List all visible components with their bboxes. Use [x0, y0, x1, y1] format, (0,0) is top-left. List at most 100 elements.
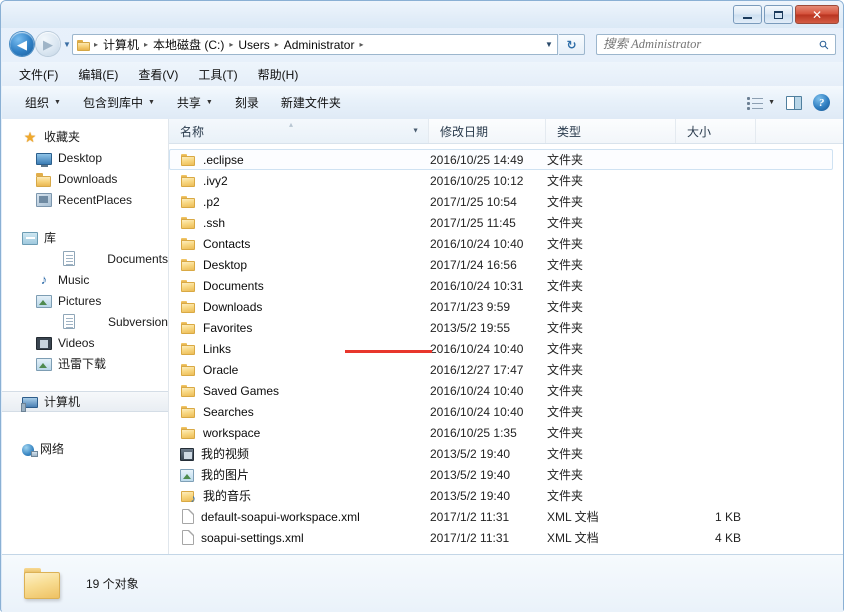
library-icon [22, 232, 38, 245]
column-header-type[interactable]: 类型 [546, 119, 676, 143]
column-header-name[interactable]: 名称 ▴ ▼ [169, 119, 429, 143]
search-box[interactable]: ⚲ [596, 34, 836, 55]
file-date-label: 2013/5/2 19:40 [430, 488, 511, 503]
document-icon [62, 251, 75, 266]
table-row[interactable]: Desktop 2017/1/24 16:56 文件夹 [169, 254, 843, 275]
table-row[interactable]: Contacts 2016/10/24 10:40 文件夹 [169, 233, 843, 254]
picture-icon [36, 295, 52, 308]
search-input[interactable] [603, 37, 813, 52]
sidebar-item-videos[interactable]: Videos [2, 332, 168, 353]
red-annotation-underline [345, 350, 432, 353]
table-row[interactable]: workspace 2016/10/25 1:35 文件夹 [169, 422, 843, 443]
sidebar-item-computer[interactable]: 计算机 [2, 391, 168, 412]
new-folder-label: 新建文件夹 [280, 96, 341, 110]
table-row[interactable]: Favorites 2013/5/2 19:55 文件夹 [169, 317, 843, 338]
view-list-icon [747, 96, 764, 110]
maximize-button[interactable] [764, 5, 793, 24]
sidebar-item-downloads[interactable]: Downloads [2, 168, 168, 189]
sidebar-item-music[interactable]: ♪ Music [2, 269, 168, 290]
folder-icon [180, 215, 196, 231]
history-dropdown-icon[interactable]: ▼ [63, 40, 71, 49]
menu-item-tools[interactable]: 工具(T) [189, 63, 246, 86]
xml-file-icon [182, 509, 194, 524]
folder-icon [22, 566, 64, 602]
sidebar-item-libraries[interactable]: 库 [2, 227, 168, 248]
cell-name: 我的视频 [170, 445, 430, 462]
table-row[interactable]: Documents 2016/10/24 10:31 文件夹 [169, 275, 843, 296]
cell-name: Downloads [170, 299, 430, 315]
menu-item-edit[interactable]: 编辑(E) [69, 63, 127, 86]
table-row[interactable]: Oracle 2016/12/27 17:47 文件夹 [169, 359, 843, 380]
sidebar-label-thunder-download: 迅雷下载 [58, 357, 107, 371]
new-folder-button[interactable]: 新建文件夹 [272, 90, 350, 115]
menu-item-help[interactable]: 帮助(H) [249, 63, 308, 86]
table-row[interactable]: 我的图片 2013/5/2 19:40 文件夹 [169, 464, 843, 485]
table-row[interactable]: Searches 2016/10/24 10:40 文件夹 [169, 401, 843, 422]
command-toolbar: 组织 ▼ 包含到库中 ▼ 共享 ▼ 刻录 新建文件夹 ▼ ? [2, 86, 843, 120]
column-header-date[interactable]: 修改日期 [429, 119, 546, 143]
change-view-button[interactable]: ▼ [745, 93, 777, 113]
file-type-label: 文件夹 [547, 321, 584, 335]
include-in-library-button[interactable]: 包含到库中 ▼ [74, 90, 164, 115]
breadcrumb-item-local-disk[interactable]: 本地磁盘 (C:) [149, 35, 228, 54]
breadcrumb-item-computer[interactable]: 计算机 [99, 35, 143, 54]
menu-item-view[interactable]: 查看(V) [129, 63, 187, 86]
folder-icon [180, 173, 196, 189]
chevron-down-icon[interactable]: ▼ [541, 40, 557, 49]
sidebar-item-subversion[interactable]: Subversion [2, 311, 168, 332]
table-row[interactable]: Links 2016/10/24 10:40 文件夹 [169, 338, 843, 359]
cell-name: Oracle [170, 362, 430, 378]
menu-item-file[interactable]: 文件(F) [10, 63, 67, 86]
table-row[interactable]: .p2 2017/1/25 10:54 文件夹 [169, 191, 843, 212]
breadcrumb-item-administrator[interactable]: Administrator [280, 37, 359, 53]
table-row[interactable]: Downloads 2017/1/23 9:59 文件夹 [169, 296, 843, 317]
music-note-icon: ♪ [40, 271, 48, 287]
sidebar-item-documents[interactable]: Documents [2, 248, 168, 269]
address-bar[interactable]: ▸ 计算机 ▸ 本地磁盘 (C:) ▸ Users ▸ Administrato… [72, 34, 558, 55]
table-row[interactable]: soapui-settings.xml 2017/1/2 11:31 XML 文档 4… [169, 527, 843, 548]
file-type-label: 文件夹 [547, 468, 584, 482]
file-type-label: 文件夹 [547, 426, 584, 440]
sidebar-item-desktop[interactable]: Desktop [2, 147, 168, 168]
refresh-button[interactable]: ↻ [559, 34, 585, 55]
file-type-label: 文件夹 [547, 237, 584, 251]
sidebar-label-music: Music [58, 272, 90, 287]
sidebar-item-pictures[interactable]: Pictures [2, 290, 168, 311]
preview-pane-icon [786, 95, 802, 110]
share-button[interactable]: 共享 ▼ [168, 90, 222, 115]
table-row[interactable]: Saved Games 2016/10/24 10:40 文件夹 [169, 380, 843, 401]
column-header-size[interactable]: 大小 [676, 119, 756, 143]
close-button[interactable]: ✕ [795, 5, 839, 24]
file-type-label: XML 文档 [547, 531, 599, 545]
document-icon [62, 314, 75, 329]
table-row[interactable]: .ssh 2017/1/25 11:45 文件夹 [169, 212, 843, 233]
organize-button[interactable]: 组织 ▼ [16, 90, 70, 115]
cell-name: workspace [170, 425, 430, 441]
sidebar-item-network[interactable]: 网络 [2, 438, 168, 459]
table-row[interactable]: .ivy2 2016/10/25 10:12 文件夹 [169, 170, 843, 191]
cell-name: soapui-settings.xml [170, 530, 430, 545]
table-row[interactable]: default-soapui-workspace.xml 2017/1/2 11:… [169, 506, 843, 527]
burn-button[interactable]: 刻录 [226, 90, 268, 115]
breadcrumb-item-users[interactable]: Users [234, 37, 273, 53]
sidebar-item-favorites[interactable]: ★ 收藏夹 [2, 126, 168, 147]
file-date-label: 2017/1/25 11:45 [430, 215, 516, 230]
forward-button[interactable]: ▶ [36, 32, 60, 56]
minimize-button[interactable] [733, 5, 762, 24]
help-button[interactable]: ? [811, 91, 832, 114]
table-row[interactable]: 我的视频 2013/5/2 19:40 文件夹 [169, 443, 843, 464]
sidebar-item-recent-places[interactable]: RecentPlaces [2, 189, 168, 210]
file-type-label: 文件夹 [547, 216, 584, 230]
help-icon: ? [813, 94, 830, 111]
search-icon[interactable]: ⚲ [811, 32, 836, 57]
sidebar-item-thunder-download[interactable]: 迅雷下载 [2, 353, 168, 374]
maximize-icon [765, 6, 792, 23]
file-name-label: .ssh [203, 215, 226, 230]
preview-pane-button[interactable] [784, 93, 804, 113]
table-row[interactable]: .eclipse 2016/10/25 14:49 文件夹 [169, 149, 833, 170]
table-row[interactable]: 我的音乐 2013/5/2 19:40 文件夹 [169, 485, 843, 506]
folder-icon [180, 278, 196, 294]
back-button[interactable]: ◀ [10, 32, 34, 56]
